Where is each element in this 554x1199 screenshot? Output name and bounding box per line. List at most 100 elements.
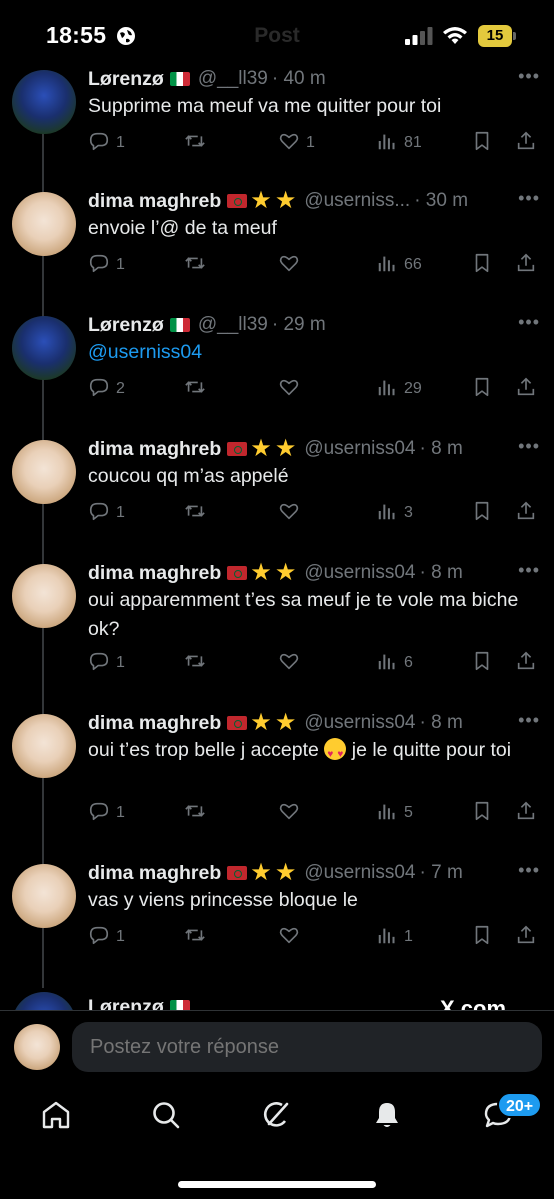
avatar[interactable] <box>12 992 76 1010</box>
repost-button[interactable] <box>184 650 206 676</box>
repost-button[interactable] <box>184 924 206 950</box>
avatar[interactable] <box>12 70 76 134</box>
tweet-text-part: je le quitte pour toi <box>351 739 512 761</box>
share-button[interactable] <box>515 500 537 526</box>
repost-button[interactable] <box>184 800 206 826</box>
views-icon <box>376 800 398 827</box>
repost-icon <box>184 924 206 951</box>
more-options-button[interactable]: ••• <box>518 312 540 333</box>
author-name[interactable]: Lørenzø <box>88 314 164 337</box>
reply-button[interactable]: 1 <box>88 800 125 826</box>
share-button[interactable] <box>515 800 537 826</box>
star-icon: ★ <box>274 859 297 886</box>
tweet-time[interactable]: · 29 m <box>272 314 326 336</box>
thread-connector-line <box>42 128 44 988</box>
like-button[interactable] <box>278 800 306 826</box>
avatar[interactable] <box>12 864 76 928</box>
author-handle[interactable]: @userniss04 <box>304 862 415 884</box>
like-button[interactable] <box>278 650 306 676</box>
reply-button[interactable]: 1 <box>88 500 125 526</box>
views-button[interactable]: 6 <box>376 650 413 676</box>
more-options-button[interactable]: ••• <box>518 710 540 731</box>
author-name[interactable]: dima maghreb <box>88 862 221 885</box>
repost-button[interactable] <box>184 500 206 526</box>
reply-button[interactable]: 1 <box>88 650 125 676</box>
tweet-time[interactable]: · 30 m <box>414 190 468 212</box>
author-name[interactable]: dima maghreb <box>88 562 221 585</box>
avatar[interactable] <box>12 564 76 628</box>
author-name[interactable]: dima maghreb <box>88 712 221 735</box>
more-options-button[interactable]: ••• <box>518 560 540 581</box>
tweet-actions: 11 <box>88 924 542 950</box>
tweet-time[interactable]: · 8 m <box>420 712 463 734</box>
reply-button[interactable]: 1 <box>88 252 125 278</box>
author-name[interactable]: dima maghreb <box>88 438 221 461</box>
views-button[interactable]: 81 <box>376 130 422 156</box>
avatar[interactable] <box>12 192 76 256</box>
author-handle[interactable]: @userniss04 <box>304 438 415 460</box>
avatar[interactable] <box>12 714 76 778</box>
author-name[interactable]: dima maghreb <box>88 190 221 213</box>
star-icon: ★ <box>250 559 272 586</box>
avatar[interactable] <box>14 1024 60 1070</box>
share-button[interactable] <box>515 130 537 156</box>
star-icon: ★ <box>250 709 272 736</box>
reply-icon <box>88 800 110 827</box>
author-handle[interactable]: @userniss... <box>304 190 410 212</box>
bookmark-button[interactable] <box>471 650 493 676</box>
more-options-button[interactable]: ••• <box>518 860 540 881</box>
bookmark-button[interactable] <box>471 924 493 950</box>
tweet-time[interactable]: · 7 m <box>420 862 463 884</box>
share-button[interactable] <box>515 252 537 278</box>
tab-home[interactable] <box>37 1096 75 1134</box>
reply-button[interactable]: 1 <box>88 924 125 950</box>
repost-button[interactable] <box>184 130 206 156</box>
tweet-time[interactable]: · 8 m <box>420 562 463 584</box>
view-count: 3 <box>404 504 413 521</box>
author-handle[interactable]: @__ll39 <box>198 314 268 336</box>
like-button[interactable] <box>278 376 306 402</box>
bookmark-button[interactable] <box>471 800 493 826</box>
reply-button[interactable]: 2 <box>88 376 125 402</box>
share-button[interactable] <box>515 924 537 950</box>
repost-icon <box>184 376 206 403</box>
more-options-button[interactable]: ••• <box>518 66 540 87</box>
share-button[interactable] <box>515 650 537 676</box>
author-name[interactable]: Lørenzø <box>88 996 164 1011</box>
bookmark-button[interactable] <box>471 130 493 156</box>
reply-icon <box>88 650 110 677</box>
author-handle[interactable]: @userniss04 <box>304 562 415 584</box>
share-icon <box>515 252 537 279</box>
tab-search[interactable] <box>147 1096 185 1134</box>
views-button[interactable]: 3 <box>376 500 413 526</box>
avatar[interactable] <box>12 316 76 380</box>
like-button[interactable]: 1 <box>278 130 315 156</box>
tab-grok[interactable] <box>257 1096 295 1134</box>
repost-button[interactable] <box>184 376 206 402</box>
bookmark-button[interactable] <box>471 500 493 526</box>
author-handle[interactable]: @__ll39 <box>198 68 268 90</box>
reply-button[interactable]: 1 <box>88 130 125 156</box>
bookmark-button[interactable] <box>471 376 493 402</box>
reply-input[interactable] <box>72 1022 542 1072</box>
views-button[interactable]: 5 <box>376 800 413 826</box>
author-name[interactable]: Lørenzø <box>88 68 164 91</box>
views-button[interactable]: 66 <box>376 252 422 278</box>
share-button[interactable] <box>515 376 537 402</box>
more-options-button[interactable]: ••• <box>518 188 540 209</box>
views-button[interactable]: 29 <box>376 376 422 402</box>
views-button[interactable]: 1 <box>376 924 413 950</box>
more-options-button[interactable]: ••• <box>518 436 540 457</box>
mention-link[interactable]: @userniss04 <box>88 341 202 363</box>
like-button[interactable] <box>278 924 306 950</box>
author-handle[interactable]: @userniss04 <box>304 712 415 734</box>
like-button[interactable] <box>278 252 306 278</box>
repost-button[interactable] <box>184 252 206 278</box>
avatar[interactable] <box>12 440 76 504</box>
tweet-time[interactable]: · 40 m <box>272 68 326 90</box>
tweet-time[interactable]: · 8 m <box>420 438 463 460</box>
tab-notifications[interactable] <box>368 1096 406 1134</box>
bookmark-icon <box>471 800 493 827</box>
like-button[interactable] <box>278 500 306 526</box>
bookmark-button[interactable] <box>471 252 493 278</box>
